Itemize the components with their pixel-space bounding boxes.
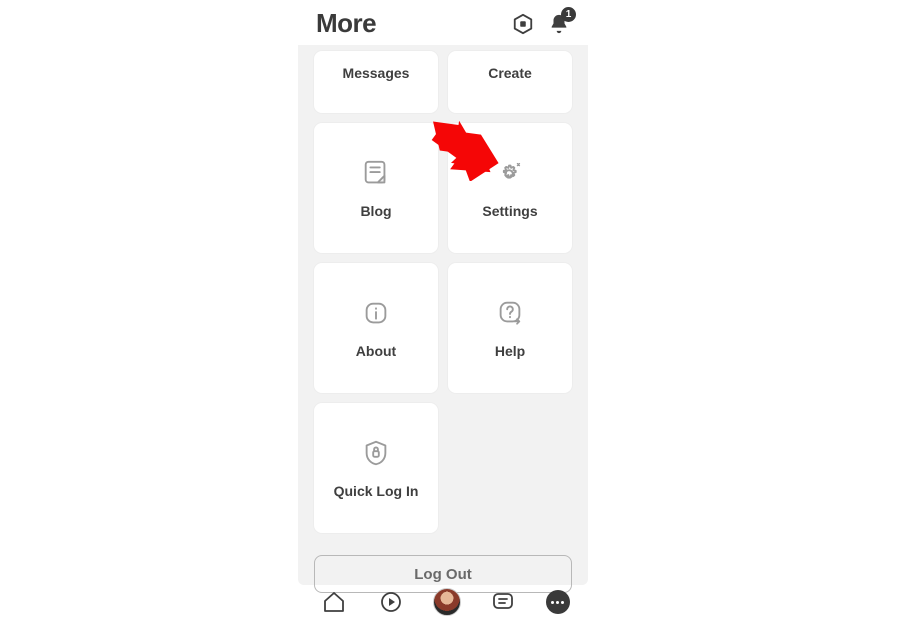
robux-icon[interactable] [512,13,534,35]
nav-avatar[interactable] [433,588,461,616]
nav-home[interactable] [320,588,348,616]
nav-play[interactable] [377,588,405,616]
notification-count-badge: 1 [561,7,576,22]
page-title: More [316,8,376,39]
tile-help[interactable]: Help [448,263,572,393]
tile-label: Settings [482,203,537,219]
nav-chat[interactable] [489,588,517,616]
shield-lock-icon [360,437,392,469]
info-icon [360,297,392,329]
header-actions: 1 [512,13,570,35]
help-icon [494,297,526,329]
header: More 1 [298,0,588,45]
tile-label: Messages [343,65,410,81]
tile-label: About [356,343,396,359]
nav-more[interactable] [546,590,570,614]
tile-messages[interactable]: Messages [314,51,438,113]
tile-blog[interactable]: Blog [314,123,438,253]
tile-create[interactable]: Create [448,51,572,113]
tile-grid: Messages Create Blog [314,51,572,533]
gear-icon [494,157,526,189]
tile-label: Help [495,343,525,359]
tile-label: Quick Log In [334,483,419,499]
notifications-button[interactable]: 1 [548,13,570,35]
tile-settings[interactable]: Settings [448,123,572,253]
tile-label: Blog [360,203,391,219]
more-screen: More 1 Messages [298,0,588,585]
tile-about[interactable]: About [314,263,438,393]
tile-label: Create [488,65,532,81]
bottom-nav [300,585,590,619]
blog-icon [360,157,392,189]
stage: More 1 Messages [0,0,900,620]
tile-quick-log-in[interactable]: Quick Log In [314,403,438,533]
tile-grid-container: Messages Create Blog [298,45,588,545]
